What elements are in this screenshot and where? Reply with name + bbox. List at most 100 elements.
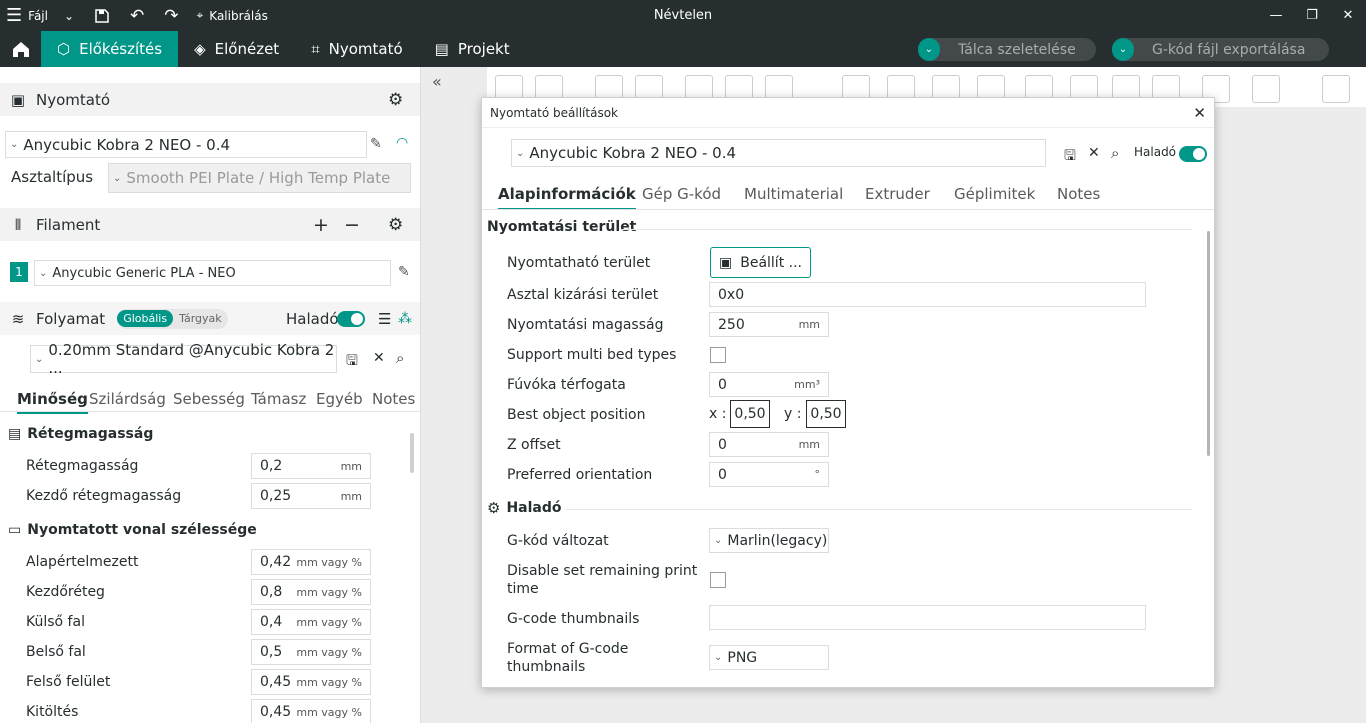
line-width-inner-wall-input[interactable]: 0,5 mm vagy %	[251, 639, 371, 665]
advanced-toggle[interactable]	[337, 310, 365, 327]
tab-printer[interactable]: ⌗ Nyomtató	[295, 31, 418, 67]
tab-preview[interactable]: ◈ Előnézet	[178, 31, 295, 67]
calibration-icon: ⌖	[196, 8, 204, 22]
dialog-advanced-toggle[interactable]	[1179, 146, 1207, 162]
subtab-notes[interactable]: Notes	[372, 390, 415, 408]
gcode-thumbnails-input[interactable]	[709, 605, 1146, 630]
bed-type-select[interactable]: ⌄ Smooth PEI Plate / High Temp Plate	[108, 163, 411, 193]
disable-remaining-time-label: Disable set remaining print time	[507, 563, 698, 597]
initial-layer-height-input[interactable]: 0,25 mm	[251, 483, 371, 509]
chevron-down-icon[interactable]: ⌄	[1112, 38, 1134, 61]
hamburger-icon: ☰	[6, 5, 23, 26]
tab-basic-info[interactable]: Alapinformációk	[498, 185, 636, 210]
setting-value: 0,2	[260, 458, 283, 474]
printable-area-button[interactable]: ▣ Beállít ...	[710, 247, 811, 278]
save-icon[interactable]: 🖫	[1064, 145, 1076, 169]
global-option[interactable]: Globális	[117, 310, 174, 327]
subtab-strength[interactable]: Szilárdság	[89, 390, 166, 408]
tab-preview-label: Előnézet	[214, 40, 280, 58]
initial-layer-height-row: Kezdő rétegmagasság 0,25 mm	[26, 483, 371, 509]
tab-machine-gcode[interactable]: Gép G-kód	[642, 185, 721, 203]
tab-prepare-label: Előkészítés	[79, 40, 163, 58]
export-gcode-button[interactable]: ⌄ G-kód fájl exportálása	[1112, 38, 1329, 61]
dialog-preset-value: Anycubic Kobra 2 NEO - 0.4	[529, 144, 737, 162]
close-icon[interactable]: ✕	[1330, 0, 1366, 31]
edit-icon[interactable]: ✎	[370, 136, 382, 152]
thumbnail-format-select[interactable]: ⌄ PNG	[709, 645, 829, 670]
disable-remaining-time-checkbox[interactable]	[710, 572, 726, 588]
line-width-default-input[interactable]: 0,42 mm vagy %	[251, 549, 371, 575]
list-icon[interactable]: ☰	[378, 310, 391, 328]
best-position-x-input[interactable]: 0,50	[730, 400, 770, 428]
tab-project[interactable]: ▤ Projekt	[419, 31, 526, 67]
plus-icon[interactable]: +	[313, 214, 329, 236]
best-position-label: Best object position	[507, 407, 646, 423]
gcode-flavor-select[interactable]: ⌄ Marlin(legacy)	[709, 528, 829, 553]
tab-multimaterial[interactable]: Multimaterial	[744, 185, 843, 203]
close-icon[interactable]: ✕	[1193, 104, 1206, 122]
print-height-input[interactable]: 250 mm	[709, 312, 829, 337]
dialog-preset-select[interactable]: ⌄ Anycubic Kobra 2 NEO - 0.4	[511, 139, 1046, 167]
collapse-sidebar-icon[interactable]: «	[432, 72, 442, 91]
printer-preset-select[interactable]: ⌄ Anycubic Kobra 2 NEO - 0.4	[5, 131, 367, 158]
calibration-menu[interactable]: ⌖ Kalibrálás	[189, 0, 276, 31]
multi-bed-checkbox[interactable]	[710, 347, 726, 363]
dialog-scrollbar[interactable]	[1207, 231, 1210, 456]
printer-header: Nyomtató	[36, 90, 111, 109]
search-icon[interactable]: ⌕	[1111, 144, 1119, 162]
restore-icon[interactable]: ❐	[1294, 0, 1330, 31]
subtab-speed[interactable]: Sebesség	[173, 390, 245, 408]
menu-dropdown-button[interactable]: ⌄	[54, 0, 84, 31]
nozzle-volume-input[interactable]: 0 mm³	[709, 372, 829, 397]
setting-unit: mm vagy %	[296, 645, 362, 659]
gear-icon[interactable]: ⚙	[388, 90, 403, 110]
line-width-outer-wall-row: Külső fal 0,4 mm vagy %	[26, 609, 371, 635]
slice-plate-button[interactable]: ⌄ Tálca szeletelése	[918, 38, 1096, 61]
line-width-infill-input[interactable]: 0,45 mm vagy %	[251, 699, 371, 723]
compare-icon[interactable]: ⁂	[398, 311, 412, 327]
line-width-icon: ▭	[8, 522, 22, 538]
file-menu[interactable]: ☰ Fájl	[0, 0, 54, 31]
subtab-other[interactable]: Egyéb	[316, 390, 363, 408]
filament-preset-select[interactable]: ⌄ Anycubic Generic PLA - NEO	[34, 260, 391, 286]
line-width-initial-input[interactable]: 0,8 mm vagy %	[251, 579, 371, 605]
print-height-label: Nyomtatási magasság	[507, 317, 664, 333]
process-preset-select[interactable]: ⌄ 0.20mm Standard @Anycubic Kobra 2 ...	[30, 341, 337, 377]
objects-option[interactable]: Tárgyak	[173, 310, 228, 327]
chevron-down-icon[interactable]: ⌄	[918, 38, 940, 61]
line-width-top-surface-input[interactable]: 0,45 mm vagy %	[251, 669, 371, 695]
gear-icon[interactable]: ⚙	[388, 215, 403, 235]
best-position-y-input[interactable]: 0,50	[806, 400, 846, 428]
undo-button[interactable]: ↶	[120, 0, 154, 31]
tab-extruder[interactable]: Extruder	[865, 185, 930, 203]
sidebar: ▣ Nyomtató ⚙ ⌄ Anycubic Kobra 2 NEO - 0.…	[0, 67, 421, 723]
preferred-orientation-input[interactable]: 0 °	[709, 462, 829, 487]
tab-prepare[interactable]: ⬡ Előkészítés	[41, 31, 179, 67]
chevron-down-icon: ⌄	[39, 267, 48, 279]
process-mode-switch[interactable]: Globális Tárgyak	[117, 308, 228, 329]
z-offset-input[interactable]: 0 mm	[709, 432, 829, 457]
minimize-icon[interactable]: —	[1258, 0, 1294, 31]
assembly-icon[interactable]	[1322, 75, 1350, 103]
ruler-icon[interactable]	[1252, 75, 1280, 103]
save-icon	[95, 8, 109, 23]
line-width-outer-wall-input[interactable]: 0,4 mm vagy %	[251, 609, 371, 635]
save-icon[interactable]: 🖫	[346, 350, 358, 374]
search-icon[interactable]: ⌕	[396, 349, 404, 367]
minus-icon[interactable]: −	[344, 214, 360, 236]
process-section-header: ≋ Folyamat Globális Tárgyak Haladó ☰ ⁂	[0, 302, 420, 335]
subtab-support[interactable]: Támasz	[251, 390, 306, 408]
save-button[interactable]	[84, 0, 120, 31]
edit-icon[interactable]: ✎	[398, 264, 410, 280]
tab-machine-limits[interactable]: Géplimitek	[954, 185, 1035, 203]
sidebar-scrollbar[interactable]	[410, 433, 414, 473]
close-icon[interactable]: ✕	[373, 350, 385, 366]
close-icon[interactable]: ✕	[1088, 145, 1100, 161]
wifi-icon[interactable]: ◠	[396, 135, 408, 151]
home-button[interactable]	[0, 31, 41, 67]
layer-height-input[interactable]: 0,2 mm	[251, 453, 371, 479]
layer-height-group: ▤ Rétegmagasság	[8, 426, 153, 442]
exclude-area-input[interactable]: 0x0	[709, 282, 1146, 307]
tab-notes[interactable]: Notes	[1057, 185, 1100, 203]
redo-button[interactable]: ↷	[154, 0, 188, 31]
